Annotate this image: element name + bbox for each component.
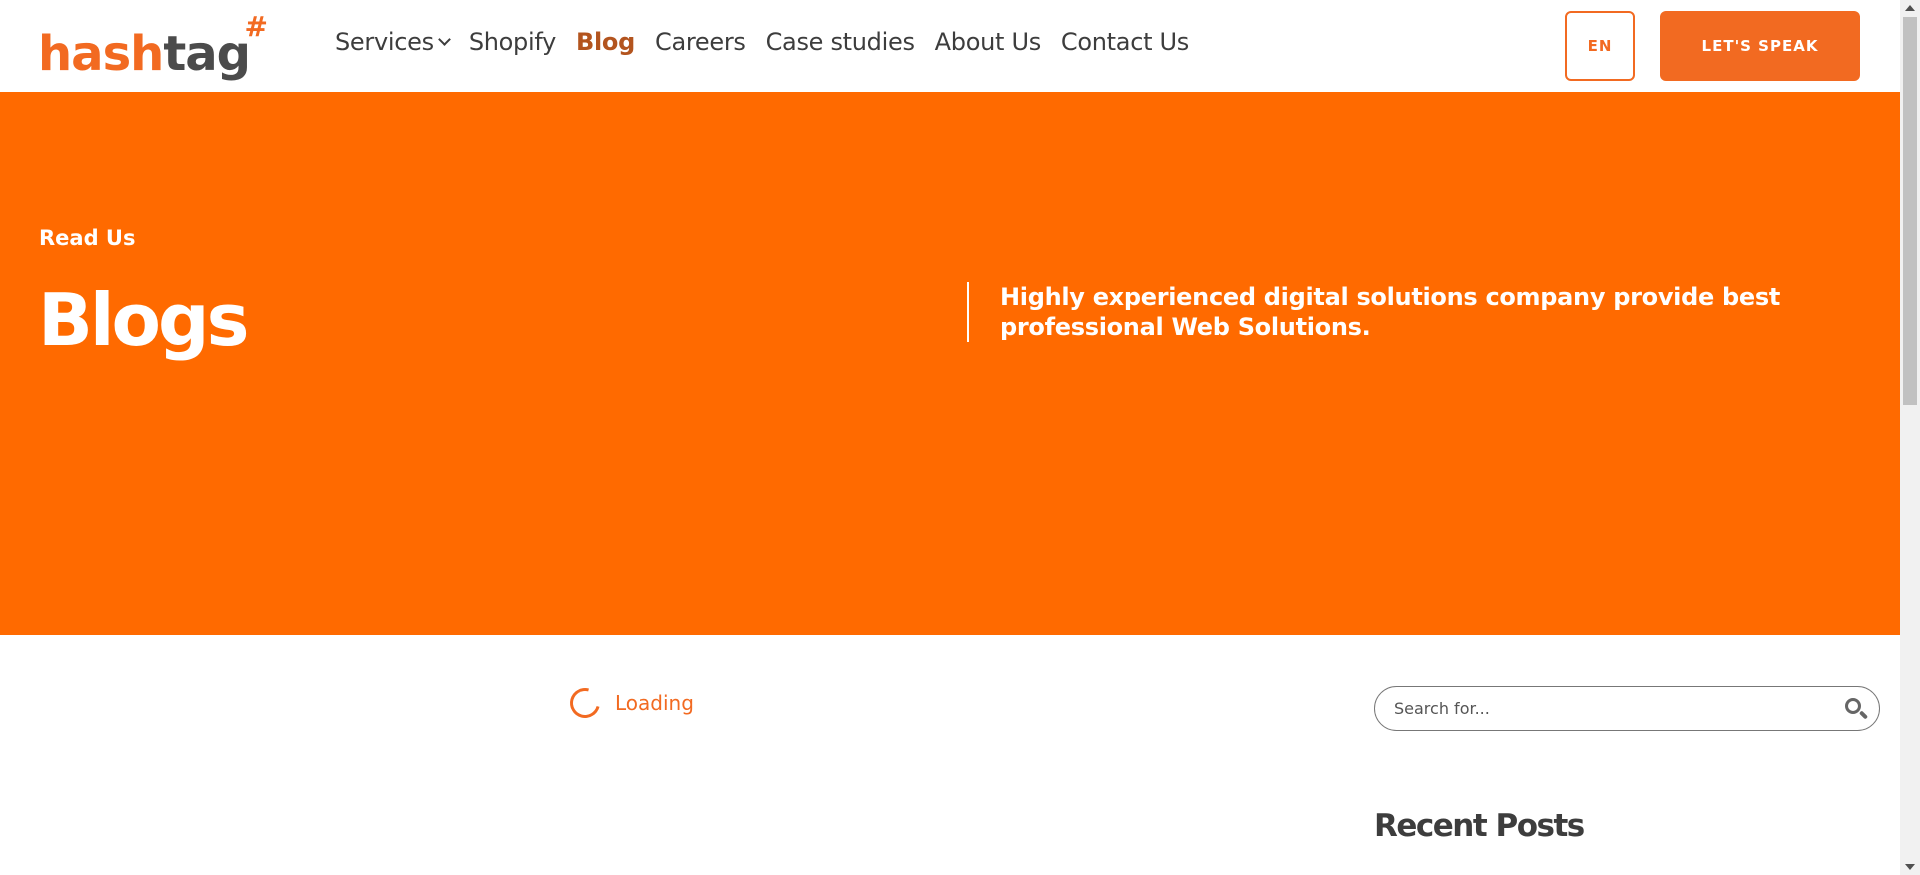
search-icon-lens [1845,697,1861,714]
nav-item-contact-us[interactable]: Contact Us [1061,28,1189,56]
logo-hash-mark: # [244,10,269,43]
nav-item-case-studies[interactable]: Case studies [766,28,915,56]
nav-item-services[interactable]: Services [335,28,451,56]
nav-item-label: About Us [934,28,1042,56]
loading-text: Loading [615,691,694,715]
nav-item-careers[interactable]: Careers [655,28,746,56]
nav-item-label: Contact Us [1060,28,1189,56]
hero-eyebrow: Read Us [39,226,136,250]
hero-banner: Read Us Blogs Highly experienced digital… [0,92,1900,635]
nav-item-blog[interactable]: Blog [576,28,635,56]
hero-description: Highly experienced digital solutions com… [1000,283,1781,341]
nav-item-label: Services [335,28,434,56]
nav-item-label: Case studies [765,28,915,56]
chevron-down-icon [437,33,451,46]
hero-divider [967,282,969,342]
logo-wordmark: hashtag [38,30,251,78]
logo-text-tag: tag [163,26,251,82]
scrollbar-thumb[interactable] [1903,17,1917,405]
site-header: hashtag # Services Shopify Blog Careers … [0,0,1900,92]
search-icon-handle [1858,709,1869,720]
nav-item-label: Blog [575,28,635,56]
spinner-icon [564,682,606,724]
search-box [1374,686,1880,731]
nav-item-shopify[interactable]: Shopify [469,28,556,56]
recent-posts-heading: Recent Posts [1374,808,1585,844]
page-scrollbar[interactable] [1900,0,1920,875]
loading-indicator: Loading [564,682,694,724]
nav-item-about-us[interactable]: About Us [934,28,1042,56]
hashtag-logo[interactable]: hashtag # [38,10,268,78]
nav-item-label: Shopify [468,28,556,56]
lets-speak-button[interactable]: LET'S SPEAK [1660,11,1860,81]
logo-text-hash: hash [38,26,164,82]
search-input[interactable] [1394,699,1843,718]
scroll-down-arrow-icon[interactable] [1905,864,1915,870]
scroll-up-arrow-icon[interactable] [1905,5,1915,11]
page-title: Blogs [38,278,249,362]
nav-item-label: Careers [654,28,746,56]
language-button[interactable]: EN [1565,11,1635,81]
search-icon[interactable] [1843,696,1869,722]
main-nav: Services Shopify Blog Careers Case studi… [335,28,1209,56]
